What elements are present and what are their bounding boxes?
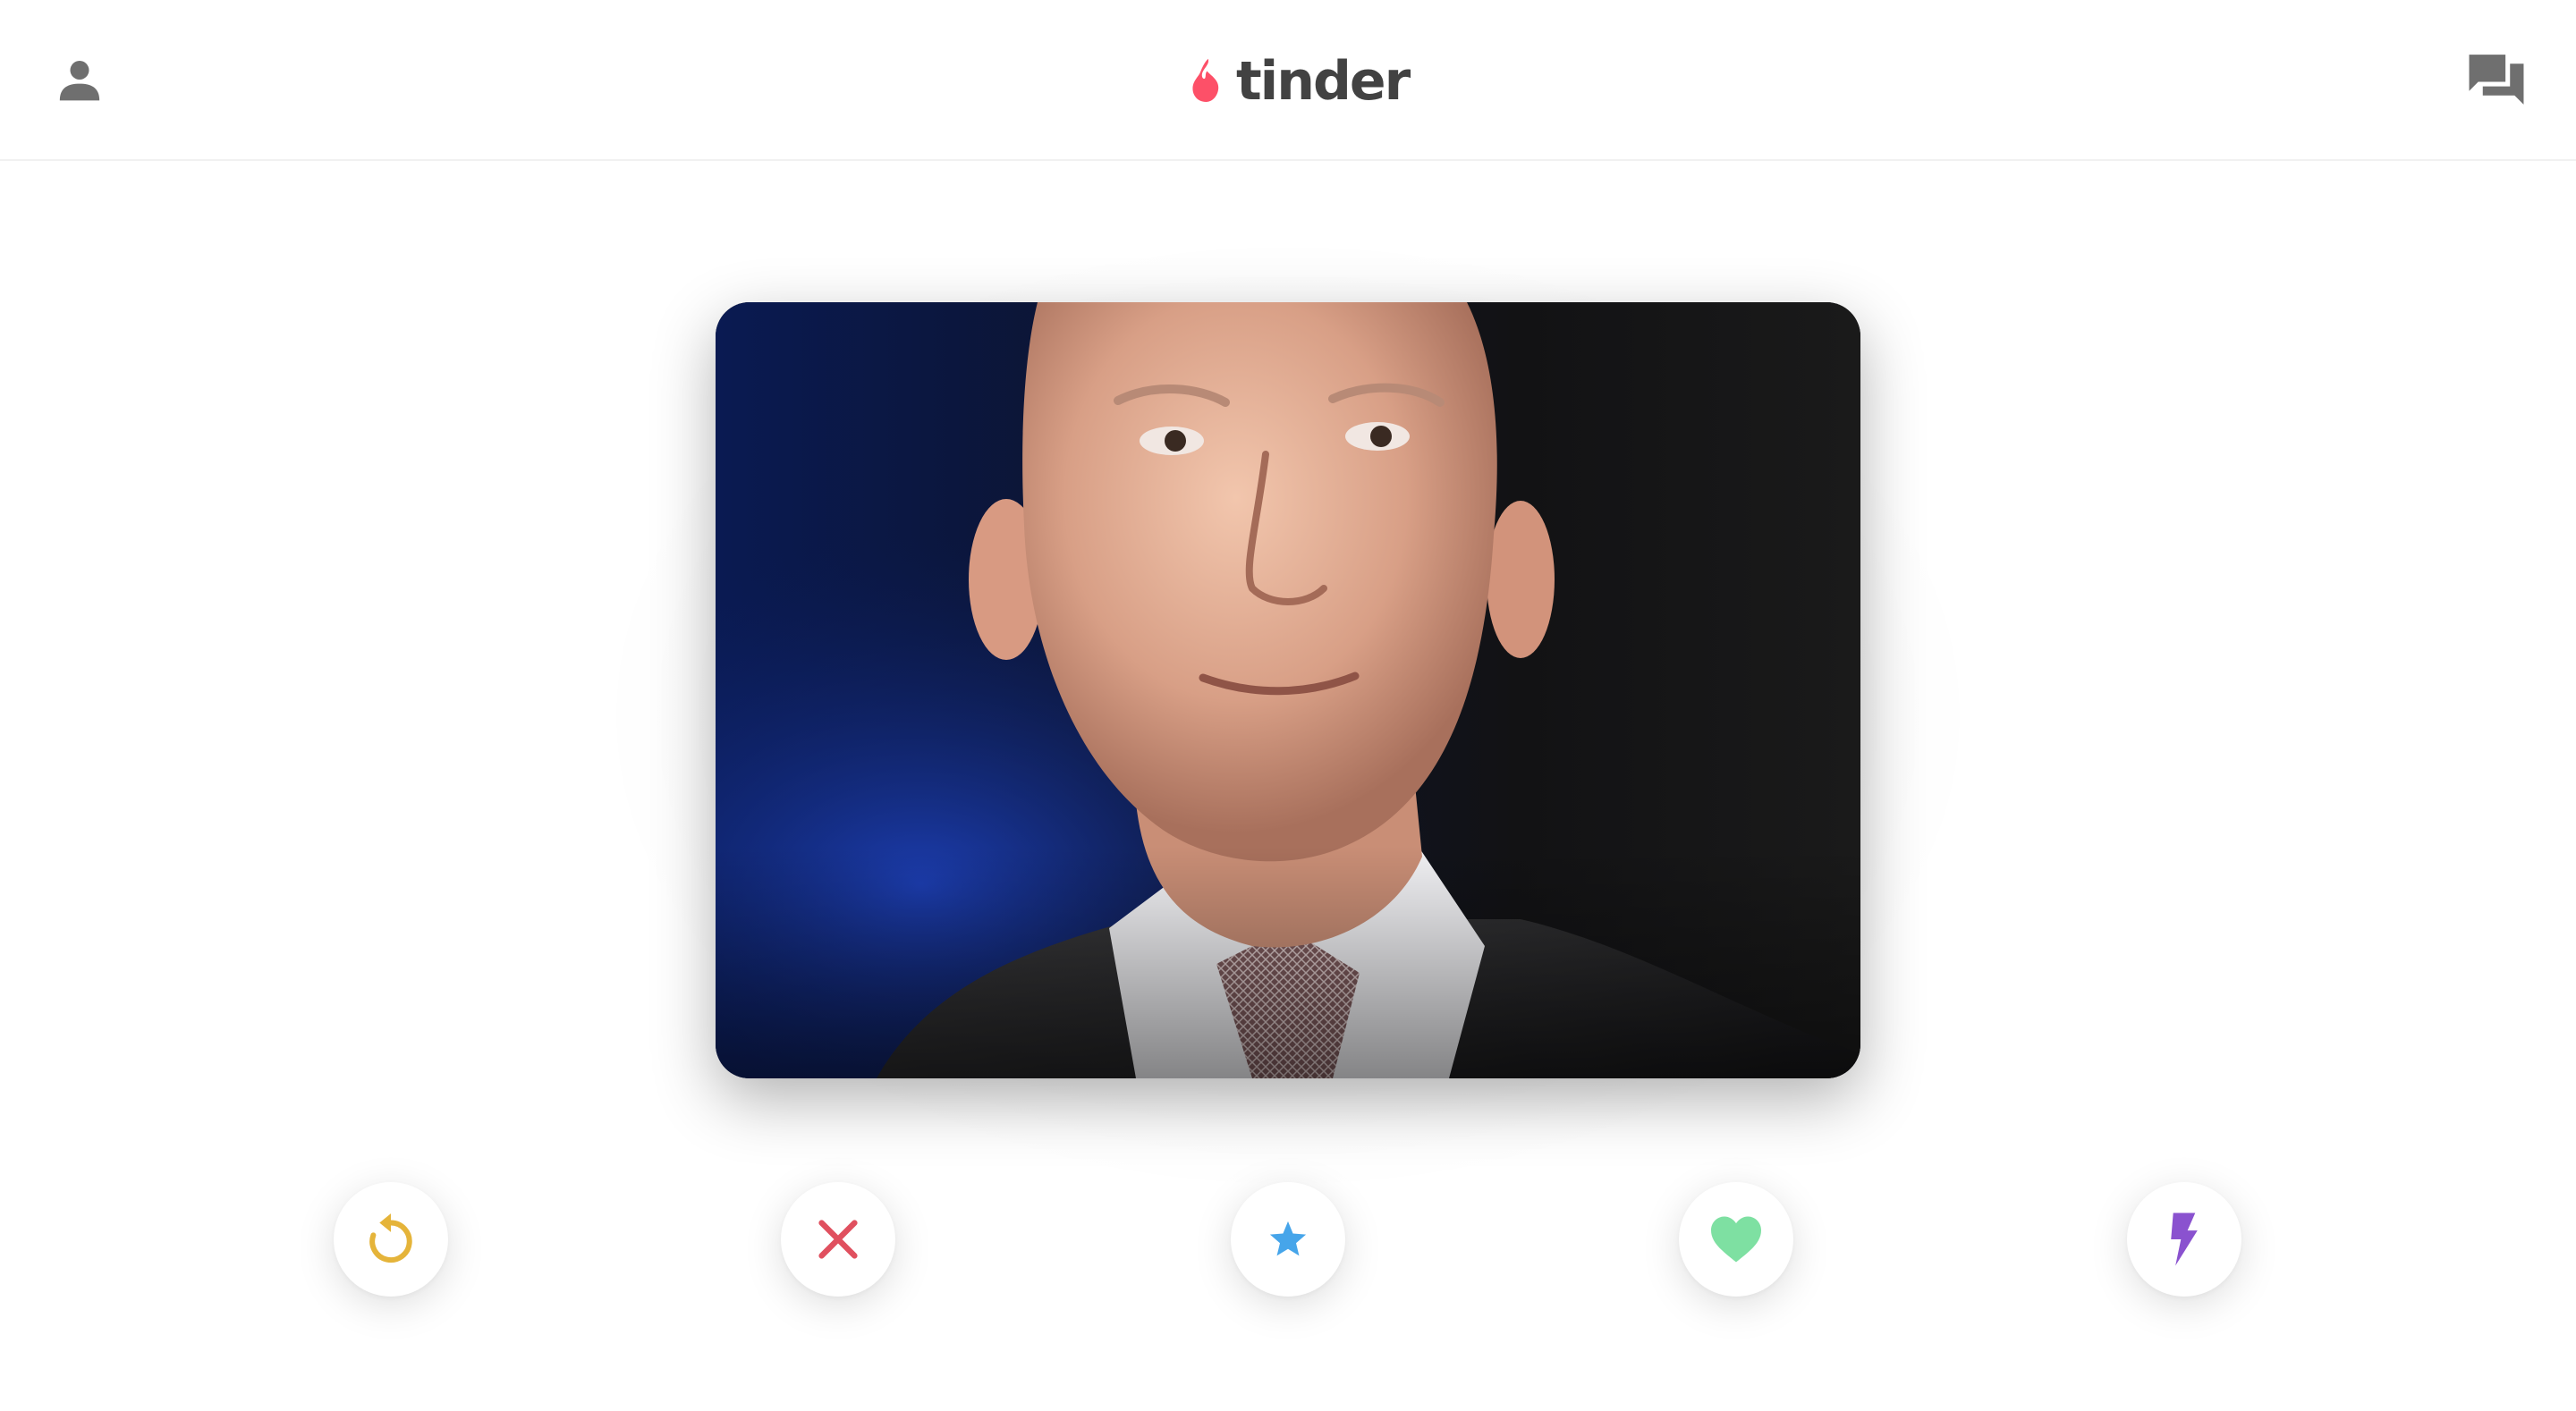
heart-icon (1711, 1216, 1761, 1263)
profile-card[interactable] (716, 302, 1860, 1078)
tinder-logo[interactable]: tinder (1190, 50, 1411, 113)
close-icon (818, 1220, 858, 1259)
star-icon (1269, 1221, 1307, 1256)
rewind-button[interactable] (235, 1084, 547, 1395)
super-like-button[interactable] (1132, 1084, 1444, 1395)
rewind-icon (369, 1213, 412, 1263)
top-bar: tinder (0, 0, 2576, 161)
boost-button[interactable] (2029, 1084, 2340, 1395)
profile-button[interactable] (30, 30, 129, 129)
nope-button[interactable] (682, 1084, 994, 1395)
messages-button[interactable] (2447, 30, 2546, 129)
like-button[interactable] (1580, 1084, 1892, 1395)
logo-text: tinder (1236, 50, 1411, 113)
card-name-gradient (716, 846, 1860, 1078)
flame-icon (1192, 58, 1219, 102)
person-icon (59, 61, 100, 101)
lightning-icon (2171, 1212, 2198, 1266)
profile-name: Jeff Bezos (68, 1001, 239, 1039)
chat-bubbles-icon (2469, 55, 2524, 105)
